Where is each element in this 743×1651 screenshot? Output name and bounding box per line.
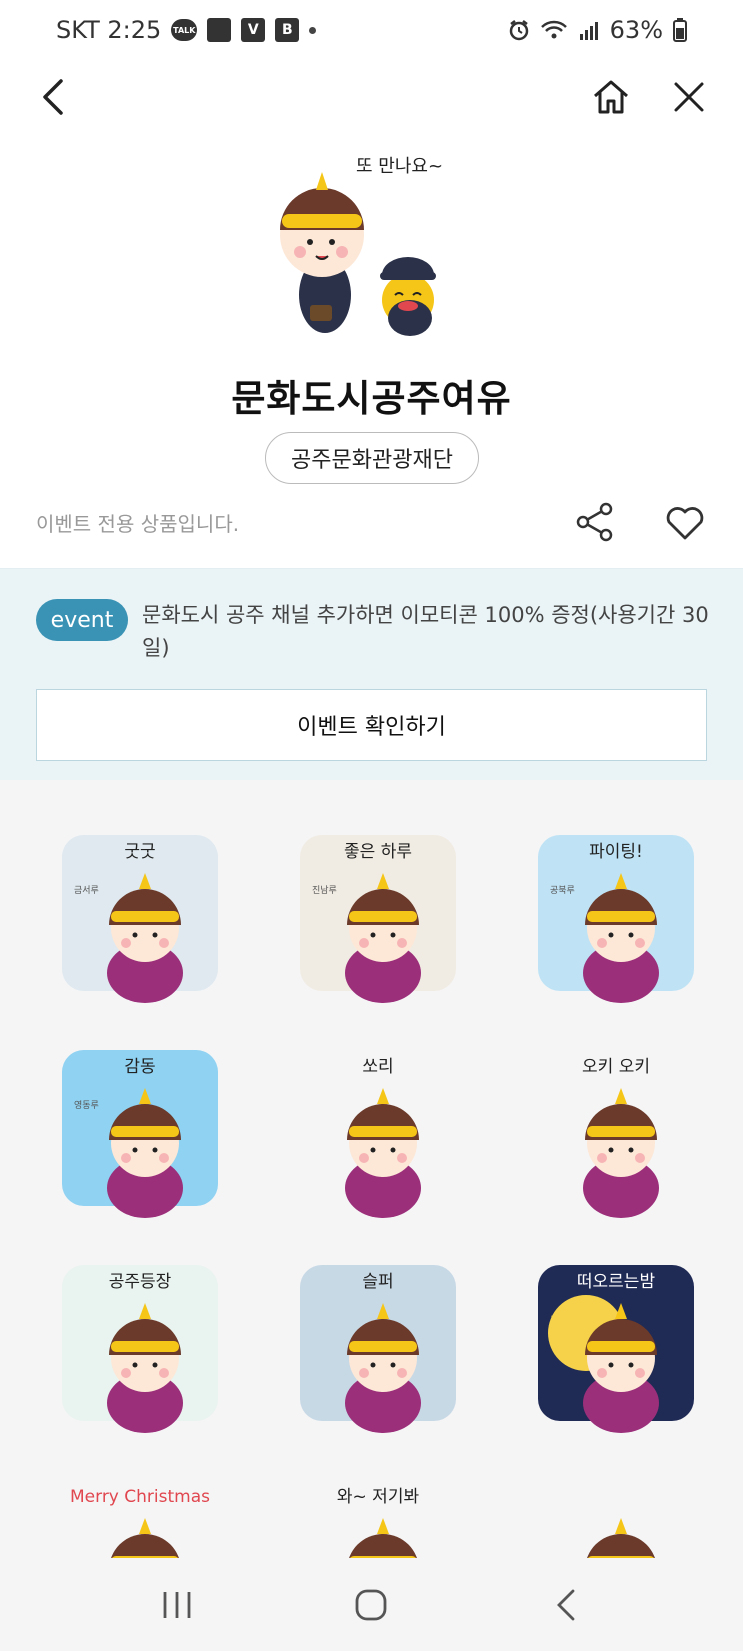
sticker-image: 공주등장	[62, 1264, 218, 1433]
back-chevron-icon	[556, 1589, 575, 1620]
event-badge: event	[36, 599, 128, 641]
sticker-image: 와~ 저기봐	[337, 1487, 420, 1558]
signal-icon	[579, 22, 598, 40]
kakaotalk-icon: TALK	[171, 19, 198, 41]
home-button[interactable]	[586, 72, 636, 122]
sticker-image: 쏘리	[345, 1057, 421, 1218]
sticker-caption: 와~ 저기봐	[337, 1487, 420, 1507]
recent-apps-icon	[163, 1591, 191, 1618]
sticker-caption: 공주등장	[109, 1272, 172, 1292]
sticker-caption: Merry Christmas	[70, 1487, 210, 1507]
sticker-sign-text: 공북루	[550, 885, 575, 896]
sticker-item[interactable]: 와~ 저기봐	[268, 1475, 488, 1558]
sticker-item[interactable]: 눈마당축제 떠오르는밤	[506, 1260, 726, 1433]
close-button[interactable]	[664, 72, 714, 122]
sticker-item[interactable]: 오키 오키	[506, 1045, 726, 1218]
alarm-icon	[509, 20, 528, 41]
top-navigation	[0, 62, 743, 132]
sticker-item[interactable]: 공북루 파이팅!	[506, 830, 726, 1003]
sticker-item[interactable]: 공주등장	[30, 1260, 250, 1433]
sticker-caption: 감동	[124, 1057, 155, 1077]
sticker-item[interactable]: 영동루 감동	[30, 1045, 250, 1218]
sticker-sign-text: 영동루	[74, 1100, 99, 1111]
sticker-item[interactable]: 진남루 좋은 하루	[268, 830, 488, 1003]
hero-caption: 또 만나요~	[356, 156, 443, 177]
sticker-image: 금서루 굿굿	[62, 834, 218, 1003]
sticker-item[interactable]: 금서루 굿굿	[30, 830, 250, 1003]
sticker-caption: 좋은 하루	[344, 842, 412, 862]
author-button[interactable]: 공주문화관광재단	[265, 432, 479, 484]
home-nav-button[interactable]	[331, 1575, 411, 1635]
sticker-sign-text: 금서루	[74, 885, 99, 896]
share-button[interactable]	[570, 497, 620, 547]
share-icon	[576, 502, 613, 542]
wifi-icon	[540, 20, 567, 39]
favorite-button[interactable]	[660, 497, 710, 547]
event-confirm-button[interactable]: 이벤트 확인하기	[36, 689, 707, 761]
sticker-caption: 오키 오키	[582, 1057, 650, 1077]
event-only-note: 이벤트 전용 상품입니다.	[36, 512, 240, 536]
sticker-image: 진남루 좋은 하루	[300, 834, 456, 1003]
sticker-caption: 슬퍼	[362, 1272, 393, 1292]
hero-sticker-image: 또 만나요~	[270, 150, 470, 350]
sticker-grid-section: 금서루 굿굿 진남루 좋은 하루 공북루 파이팅! 영동루 감동 쏘리 오키 오키 공주등장 슬퍼 눈마…	[0, 780, 743, 1558]
sticker-caption: 떠오르는밤	[577, 1272, 656, 1292]
app-b-icon: B	[275, 18, 300, 42]
close-icon	[674, 82, 704, 112]
sticker-caption: 쏘리	[362, 1057, 393, 1077]
product-title: 문화도시공주여유	[231, 377, 512, 420]
home-circle-icon	[356, 1589, 387, 1620]
status-bar: SKT 2:25 TALK V B 63%	[0, 0, 743, 60]
sticker-sign-text: 진남루	[312, 885, 337, 896]
recent-apps-button[interactable]	[137, 1575, 217, 1635]
sticker-image: Merry Christmas	[70, 1487, 210, 1558]
event-description: 문화도시 공주 채널 추가하면 이모티콘 100% 증정(사용기간 30일)	[142, 603, 709, 660]
back-nav-button[interactable]	[526, 1575, 606, 1635]
carrier-time: SKT 2:25	[56, 16, 162, 44]
sticker-image: 눈마당축제 떠오르는밤	[538, 1264, 694, 1433]
sticker-caption: 굿굿	[124, 842, 155, 862]
sticker-sign-text: 눈마당축제	[550, 1315, 591, 1326]
sticker-item[interactable]: Merry Christmas	[30, 1475, 250, 1558]
sticker-grid: 금서루 굿굿 진남루 좋은 하루 공북루 파이팅! 영동루 감동 쏘리 오키 오키 공주등장 슬퍼 눈마…	[30, 830, 730, 1558]
sticker-image: 공북루 파이팅!	[538, 834, 694, 1003]
sticker-image: 슬퍼	[300, 1264, 456, 1433]
home-icon	[594, 80, 628, 114]
more-notifications-icon	[309, 26, 317, 34]
event-section: event 문화도시 공주 채널 추가하면 이모티콘 100% 증정(사용기간 …	[0, 568, 743, 780]
sticker-item[interactable]	[506, 1475, 726, 1558]
sticker-caption: 파이팅!	[589, 842, 643, 862]
sticker-image: 영동루 감동	[62, 1049, 218, 1218]
android-navigation-bar	[0, 1558, 743, 1651]
chevron-left-icon	[43, 79, 63, 115]
sticker-item[interactable]: 슬퍼	[268, 1260, 488, 1433]
heart-icon	[666, 507, 704, 540]
sticker-image	[586, 1517, 656, 1558]
sticker-item[interactable]: 쏘리	[268, 1045, 488, 1218]
note-icon	[207, 18, 232, 42]
battery-percent: 63%	[609, 16, 663, 44]
back-button[interactable]	[28, 72, 78, 122]
battery-icon	[673, 18, 687, 42]
app-v-icon: V	[241, 18, 266, 42]
sticker-image: 오키 오키	[582, 1057, 659, 1218]
